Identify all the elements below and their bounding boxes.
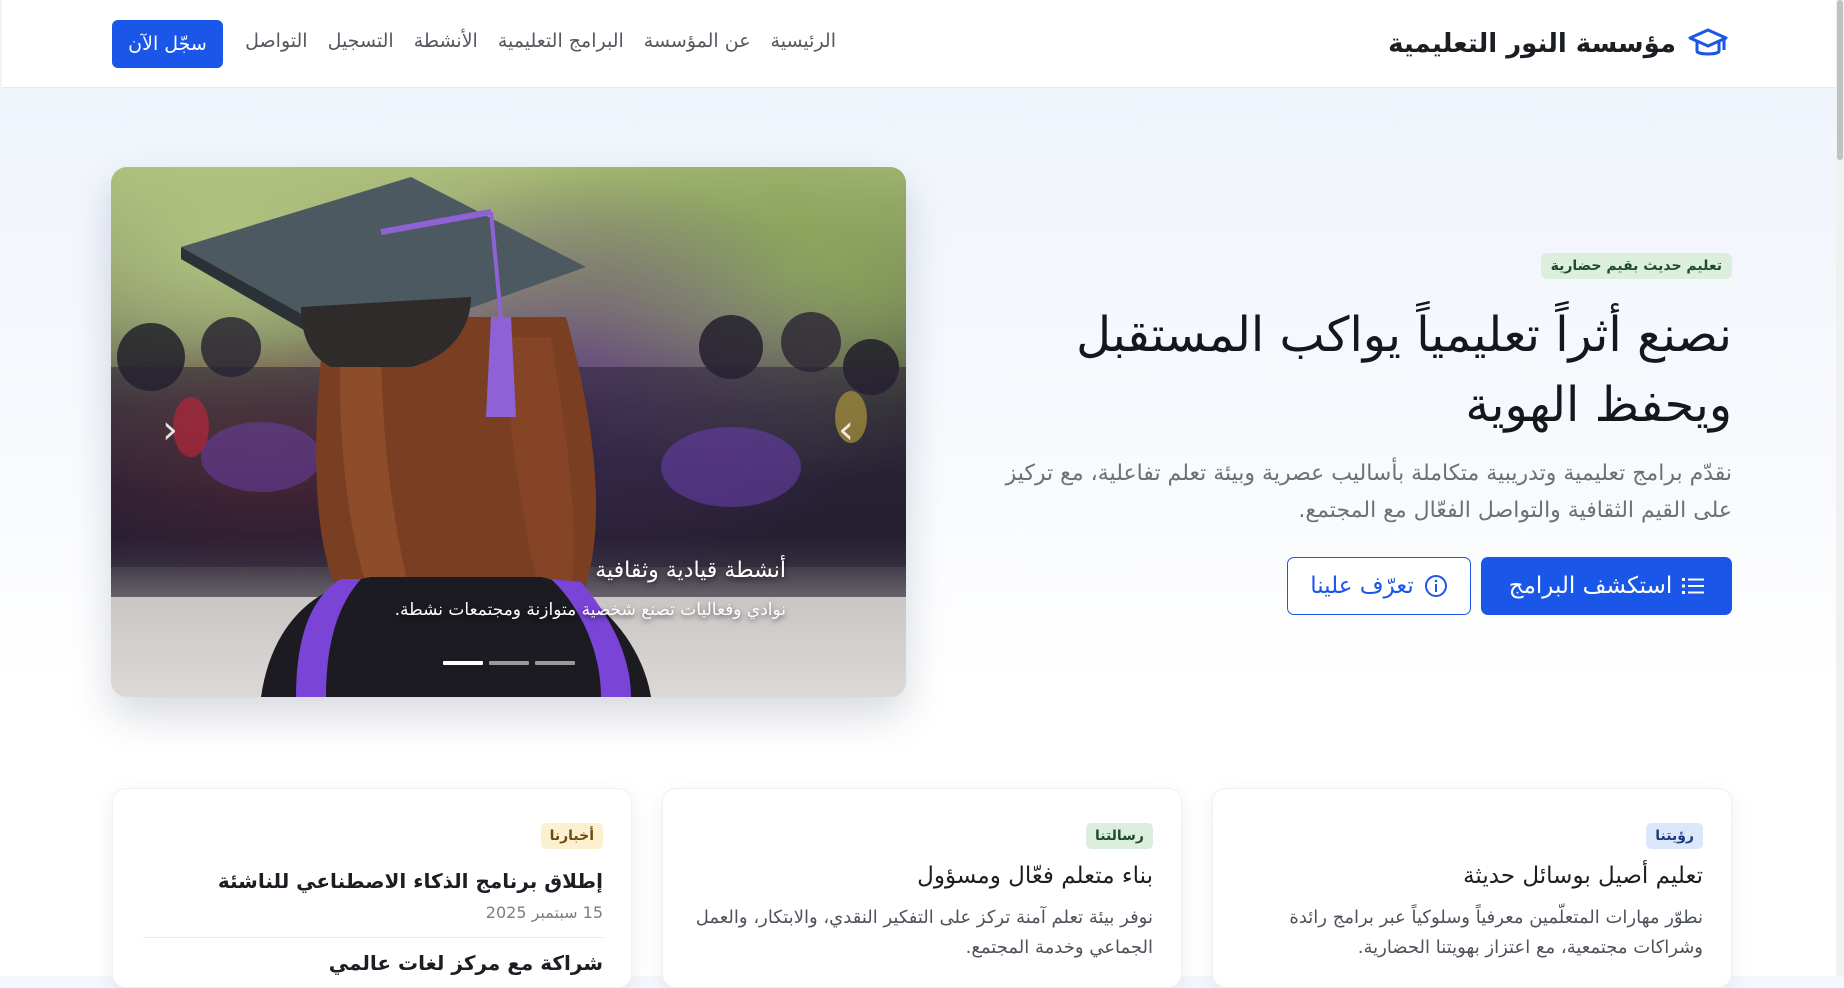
nav-link-home[interactable]: الرئيسية (771, 30, 836, 52)
hero-title: نصنع أثراً تعليمياً يواكب المستقبل ويحفظ… (1076, 307, 1732, 433)
page: مؤسسة النور التعليمية الرئيسية عن المؤسس… (0, 0, 1844, 988)
news-item-title[interactable]: إطلاق برنامج الذكاء الاصطناعي للناشئة (133, 869, 603, 893)
nav-link-contact[interactable]: التواصل (245, 30, 307, 52)
scrollbar-thumb[interactable] (1837, 0, 1843, 160)
carousel-indicators (443, 661, 575, 665)
carousel-indicator-3[interactable] (535, 661, 575, 665)
carousel-indicator-1[interactable] (443, 661, 483, 665)
hero-badge: تعليم حديث بقيم حضارية (1540, 253, 1732, 279)
explore-programs-label: استكشف البرامج (1508, 573, 1673, 599)
explore-programs-button[interactable]: استكشف البرامج (1481, 557, 1732, 615)
carousel-indicator-2[interactable] (489, 661, 529, 665)
vision-badge: رؤيتنا (1646, 823, 1703, 849)
mission-badge: رسالتنا (1085, 823, 1153, 849)
carousel-caption-title: أنشطة قيادية وثقافية (595, 558, 786, 583)
news-badge: أخبارنا (540, 823, 603, 849)
brand[interactable]: مؤسسة النور التعليمية (1388, 24, 1728, 64)
hero-carousel: أنشطة قيادية وثقافية نوادي وفعاليات تصنع… (111, 167, 906, 697)
nav-link-programs[interactable]: البرامج التعليمية (498, 30, 624, 52)
news-item-title-2[interactable]: شراكة مع مركز لغات عالمي (133, 951, 603, 975)
nav-links: الرئيسية عن المؤسسة البرامج التعليمية ال… (245, 30, 836, 52)
mission-card: رسالتنا بناء متعلم فعّال ومسؤول نوفر بيئ… (662, 788, 1182, 988)
carousel-caption-text: نوادي وفعاليات تصنع شخصية متوازنة ومجتمع… (394, 600, 786, 620)
nav-link-registration[interactable]: التسجيل (328, 30, 394, 52)
graduation-cap-icon (1688, 28, 1728, 56)
vision-text: نطوّر مهارات المتعلّمين معرفياً وسلوكياً… (1289, 907, 1703, 958)
about-us-button[interactable]: تعرّف علينا (1287, 557, 1471, 615)
brand-name: مؤسسة النور التعليمية (1388, 29, 1676, 59)
news-card: أخبارنا إطلاق برنامج الذكاء الاصطناعي لل… (112, 788, 632, 988)
vision-title: تعليم أصيل بوسائل حديثة (1463, 863, 1703, 889)
nav-link-about[interactable]: عن المؤسسة (644, 30, 751, 52)
register-now-button[interactable]: سجّل الآن (112, 20, 223, 68)
info-circle-icon (1424, 575, 1447, 597)
vision-card: رؤيتنا تعليم أصيل بوسائل حديثة نطوّر مها… (1212, 788, 1732, 988)
news-item-date: 15 سبتمبر 2025 (485, 903, 603, 922)
hero-subtitle: نقدّم برامج تعليمية وتدريبية متكاملة بأس… (1005, 461, 1732, 523)
list-icon (1682, 578, 1705, 594)
mission-text: نوفر بيئة تعلم آمنة تركز على التفكير الن… (695, 907, 1153, 958)
chevron-left-icon[interactable]: ‹ (150, 410, 190, 450)
nav-link-activities[interactable]: الأنشطة (414, 30, 478, 52)
about-us-label: تعرّف علينا (1310, 573, 1414, 599)
chevron-right-icon[interactable]: › (826, 410, 866, 450)
news-divider (143, 937, 603, 938)
navbar: مؤسسة النور التعليمية الرئيسية عن المؤسس… (2, 0, 1836, 88)
mission-title: بناء متعلم فعّال ومسؤول (917, 863, 1153, 889)
page-scrollbar[interactable] (1836, 0, 1844, 976)
